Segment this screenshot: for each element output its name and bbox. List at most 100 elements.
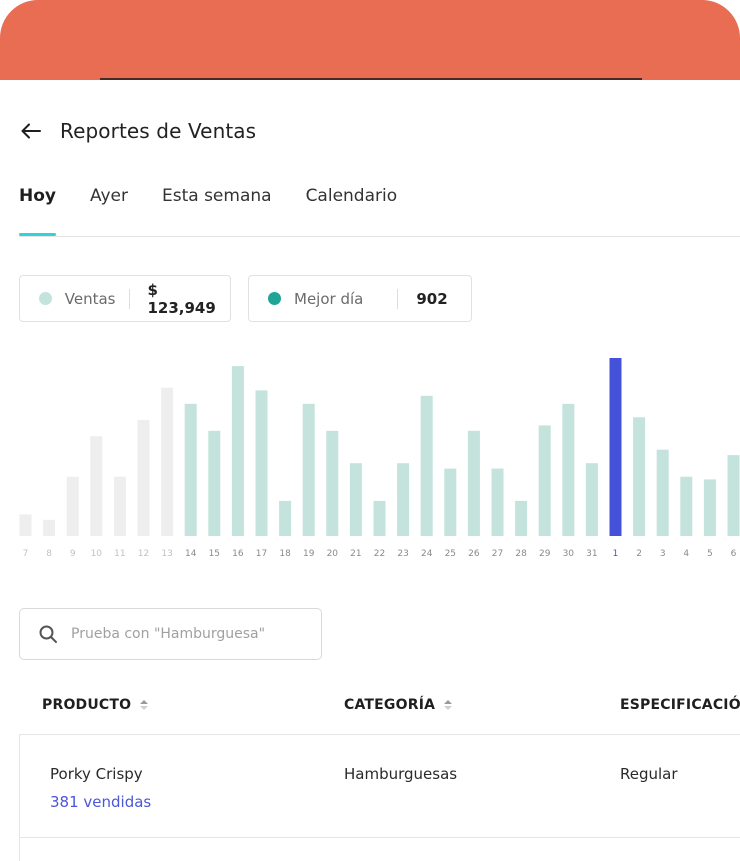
chart-bar-21[interactable] <box>349 463 362 536</box>
product-search-box[interactable] <box>19 608 322 660</box>
chart-bar-14[interactable] <box>184 403 197 536</box>
chart-tick-label: 4 <box>683 549 689 559</box>
chart-tick-label: 22 <box>374 549 385 559</box>
chart-bar-8[interactable] <box>43 519 56 536</box>
column-header-label: CATEGORÍA <box>344 697 436 713</box>
chart-bar-4[interactable] <box>680 476 693 536</box>
chart-tick-label: 7 <box>23 549 29 559</box>
ventas-value: $ 123,949 <box>147 280 216 317</box>
chart-bar-16[interactable] <box>231 366 244 536</box>
chart-bar-6[interactable] <box>727 455 740 536</box>
chart-bar-3[interactable] <box>656 449 669 536</box>
sales-bar-chart: 7 8 9 10 11 12 13 14 15 16 17 18 19 20 21 22 23 24 25 26 27 2… <box>0 340 740 570</box>
chart-tick-label: 18 <box>279 549 291 559</box>
column-header-especificacion[interactable]: ESPECIFICACIÓN <box>620 697 740 713</box>
sort-icon[interactable] <box>139 699 149 711</box>
chart-bar-7[interactable] <box>19 514 32 536</box>
page-header: Reportes de Ventas <box>18 116 256 146</box>
chart-bar-15[interactable] <box>208 430 221 536</box>
chart-tick-label: 13 <box>161 549 172 559</box>
chart-bar-20[interactable] <box>326 430 339 536</box>
chart-bar-11[interactable] <box>113 476 126 536</box>
table-divider <box>19 734 740 735</box>
tab-hoy[interactable]: Hoy <box>19 186 56 236</box>
chart-bar-24[interactable] <box>420 395 433 536</box>
tab-calendario[interactable]: Calendario <box>306 186 398 222</box>
chart-bar-30[interactable] <box>562 403 575 536</box>
chart-bar-1[interactable] <box>609 358 622 536</box>
chart-bar-10[interactable] <box>90 436 103 536</box>
chart-tick-label: 5 <box>707 549 713 559</box>
mejor-dia-label: Mejor día <box>294 289 364 308</box>
mejor-dia-legend-dot <box>268 292 281 305</box>
ventas-legend-dot <box>39 292 52 305</box>
chart-bar-9[interactable] <box>66 476 79 536</box>
stat-separator <box>397 288 399 309</box>
chart-bar-17[interactable] <box>255 390 268 536</box>
chart-tick-label: 20 <box>327 549 339 559</box>
chart-tick-label: 2 <box>636 549 642 559</box>
chart-tick-label: 1 <box>613 549 619 559</box>
column-header-label: PRODUCTO <box>42 697 132 713</box>
mejor-dia-stat-card: Mejor día 902 <box>248 275 472 322</box>
chart-tick-label: 27 <box>492 549 503 559</box>
chart-tick-label: 26 <box>468 549 480 559</box>
chart-bar-23[interactable] <box>397 463 410 536</box>
banner-divider <box>100 78 642 80</box>
chart-tick-label: 31 <box>586 549 597 559</box>
chart-bar-27[interactable] <box>491 468 504 536</box>
header-banner <box>0 0 740 80</box>
chart-bar-29[interactable] <box>538 425 551 536</box>
product-name: Porky Crispy <box>50 765 143 783</box>
page-title: Reportes de Ventas <box>60 119 257 143</box>
search-input[interactable] <box>71 626 291 642</box>
chart-tick-label: 21 <box>350 549 361 559</box>
search-icon <box>37 623 59 645</box>
chart-tick-label: 11 <box>114 549 125 559</box>
chart-tick-label: 9 <box>70 549 76 559</box>
product-category: Hamburguesas <box>344 765 458 783</box>
chart-bar-2[interactable] <box>633 417 646 536</box>
chart-bar-18[interactable] <box>279 500 292 536</box>
chart-tick-label: 14 <box>185 549 197 559</box>
tab-esta-semana[interactable]: Esta semana <box>162 186 272 222</box>
product-specification: Regular <box>620 765 678 783</box>
chart-bar-31[interactable] <box>585 463 598 536</box>
sort-icon[interactable] <box>443 699 453 711</box>
chart-bar-28[interactable] <box>515 500 528 536</box>
ventas-stat-card: Ventas $ 123,949 <box>19 275 231 322</box>
date-tabs: Hoy Ayer Esta semana Calendario <box>19 186 431 236</box>
table-border <box>19 734 20 861</box>
chart-bar-25[interactable] <box>444 468 457 536</box>
chart-tick-label: 23 <box>397 549 408 559</box>
ventas-label: Ventas <box>64 289 116 308</box>
chart-bar-13[interactable] <box>161 387 174 536</box>
chart-tick-label: 28 <box>515 549 527 559</box>
chart-tick-label: 10 <box>91 549 103 559</box>
table-divider <box>19 837 740 838</box>
chart-tick-label: 6 <box>731 549 737 559</box>
column-header-label: ESPECIFICACIÓN <box>620 697 740 713</box>
chart-tick-label: 8 <box>46 549 52 559</box>
chart-bar-12[interactable] <box>137 420 150 536</box>
chart-tick-label: 3 <box>660 549 666 559</box>
chart-bar-19[interactable] <box>302 403 315 536</box>
chart-bar-22[interactable] <box>373 500 386 536</box>
bar-chart-svg: 7 8 9 10 11 12 13 14 15 16 17 18 19 20 21 22 23 24 25 26 27 2… <box>19 358 740 559</box>
product-sold-count[interactable]: 381 vendidas <box>50 793 151 811</box>
chart-tick-label: 12 <box>138 549 149 559</box>
arrow-left-icon[interactable] <box>18 118 44 144</box>
chart-tick-label: 30 <box>563 549 575 559</box>
chart-tick-label: 25 <box>445 549 456 559</box>
stat-separator <box>128 288 130 309</box>
chart-tick-label: 15 <box>209 549 220 559</box>
chart-bar-5[interactable] <box>703 479 716 536</box>
chart-bar-26[interactable] <box>467 430 480 536</box>
tab-ayer[interactable]: Ayer <box>90 186 128 222</box>
column-header-producto[interactable]: PRODUCTO <box>42 697 149 713</box>
chart-tick-label: 29 <box>539 549 551 559</box>
chart-tick-label: 19 <box>303 549 315 559</box>
tabs-divider <box>19 236 740 237</box>
chart-tick-label: 24 <box>421 549 433 559</box>
column-header-categoria[interactable]: CATEGORÍA <box>344 697 453 713</box>
